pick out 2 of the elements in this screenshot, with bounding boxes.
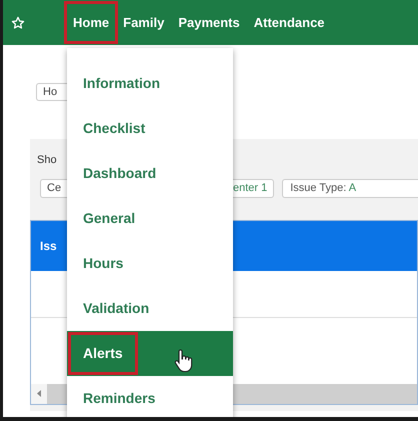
column-header: Iss [40,238,57,254]
section-label: Sho [36,153,58,168]
